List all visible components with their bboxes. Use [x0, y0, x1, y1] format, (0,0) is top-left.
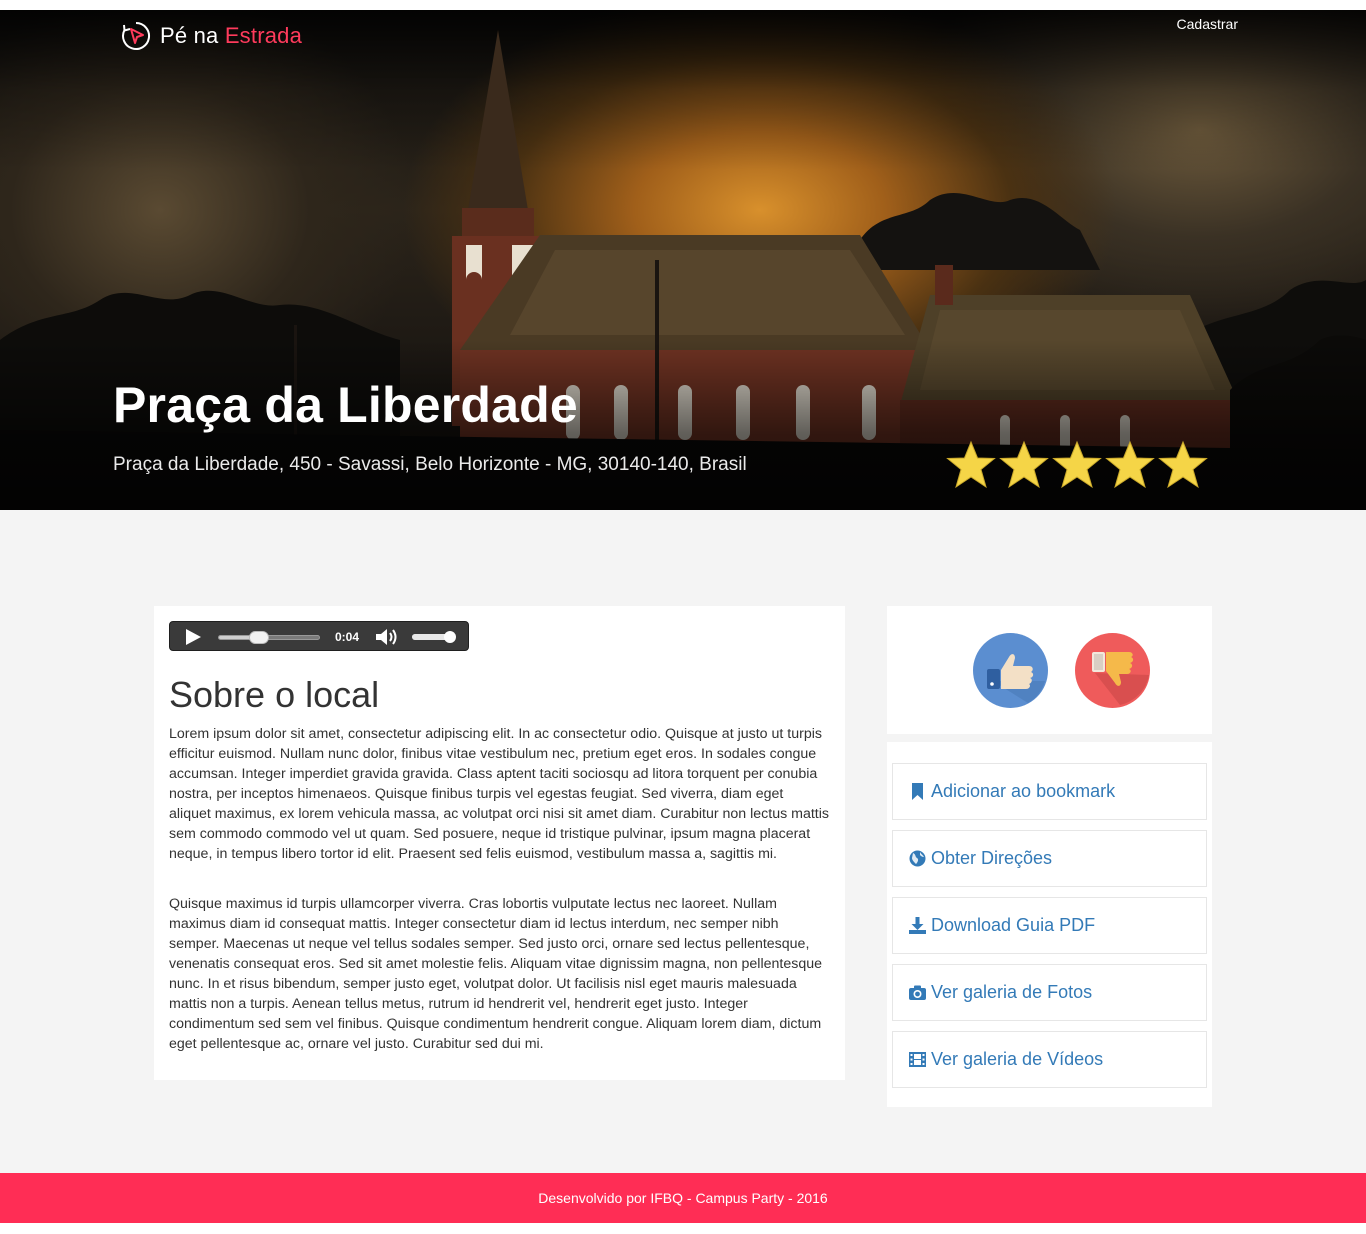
action-label: Adicionar ao bookmark	[931, 781, 1116, 801]
star-icon[interactable]	[1105, 440, 1155, 490]
audio-player[interactable]: 0:04	[169, 621, 469, 651]
directions-action[interactable]: Obter Direções	[892, 830, 1207, 887]
film-icon	[909, 1052, 926, 1067]
action-label: Obter Direções	[931, 848, 1053, 868]
bookmark-icon	[912, 783, 923, 800]
dislike-button[interactable]	[1075, 633, 1150, 708]
audio-progress-track[interactable]	[218, 631, 320, 644]
download-icon	[909, 917, 926, 934]
compass-arrow-icon	[122, 22, 151, 50]
thumbs-down-icon	[1092, 652, 1149, 705]
brand[interactable]: Pé na Estrada	[120, 18, 302, 54]
star-icon[interactable]	[999, 440, 1049, 490]
photo-gallery-action[interactable]: Ver galeria de Fotos	[892, 964, 1207, 1021]
camera-icon	[909, 985, 926, 1000]
action-label: Download Guia PDF	[931, 915, 1096, 935]
top-strip	[0, 0, 1366, 10]
hero-banner: Pé na Estrada Cadastrar Praça da Liberda…	[0, 10, 1366, 510]
thumbs-up-icon	[987, 654, 1045, 703]
globe-icon	[909, 850, 926, 867]
audio-time: 0:04	[335, 630, 360, 644]
about-card: 0:04 Sobre o local Lorem ipsum dolor sit…	[154, 606, 845, 1080]
like-button[interactable]	[973, 633, 1048, 708]
register-link[interactable]: Cadastrar	[1177, 16, 1238, 32]
download-pdf-action[interactable]: Download Guia PDF	[892, 897, 1207, 954]
star-icon[interactable]	[1158, 440, 1208, 490]
footer-text: Desenvolvido por IFBQ - Campus Party - 2…	[538, 1190, 828, 1206]
rating-stars[interactable]	[946, 440, 1208, 490]
about-paragraph: Quisque maximus id turpis ullamcorper vi…	[169, 896, 822, 1052]
action-label: Ver galeria de Fotos	[931, 982, 1093, 1002]
footer: Desenvolvido por IFBQ - Campus Party - 2…	[0, 1173, 1366, 1223]
brand-name: Pé na Estrada	[160, 23, 302, 49]
place-title: Praça da Liberdade	[113, 377, 578, 433]
vote-card	[887, 606, 1212, 734]
actions-card: Adicionar ao bookmark Obter Direções Dow…	[887, 742, 1212, 1107]
brand-name-main: Pé na	[160, 23, 219, 48]
star-icon[interactable]	[1052, 440, 1102, 490]
volume-slider[interactable]	[412, 631, 456, 643]
action-label: Ver galeria de Vídeos	[931, 1049, 1104, 1069]
play-icon[interactable]	[185, 629, 201, 645]
volume-thumb[interactable]	[443, 631, 456, 643]
volume-icon[interactable]	[376, 628, 398, 646]
star-icon[interactable]	[946, 440, 996, 490]
video-gallery-action[interactable]: Ver galeria de Vídeos	[892, 1031, 1207, 1088]
bottom-strip	[0, 1223, 1366, 1234]
bookmark-action[interactable]: Adicionar ao bookmark	[892, 763, 1207, 820]
place-address: Praça da Liberdade, 450 - Savassi, Belo …	[113, 454, 747, 475]
about-title: Sobre o local	[169, 674, 380, 715]
about-paragraph: Lorem ipsum dolor sit amet, consectetur …	[169, 726, 829, 862]
brand-name-accent: Estrada	[224, 23, 303, 48]
audio-progress-thumb[interactable]	[249, 631, 269, 644]
